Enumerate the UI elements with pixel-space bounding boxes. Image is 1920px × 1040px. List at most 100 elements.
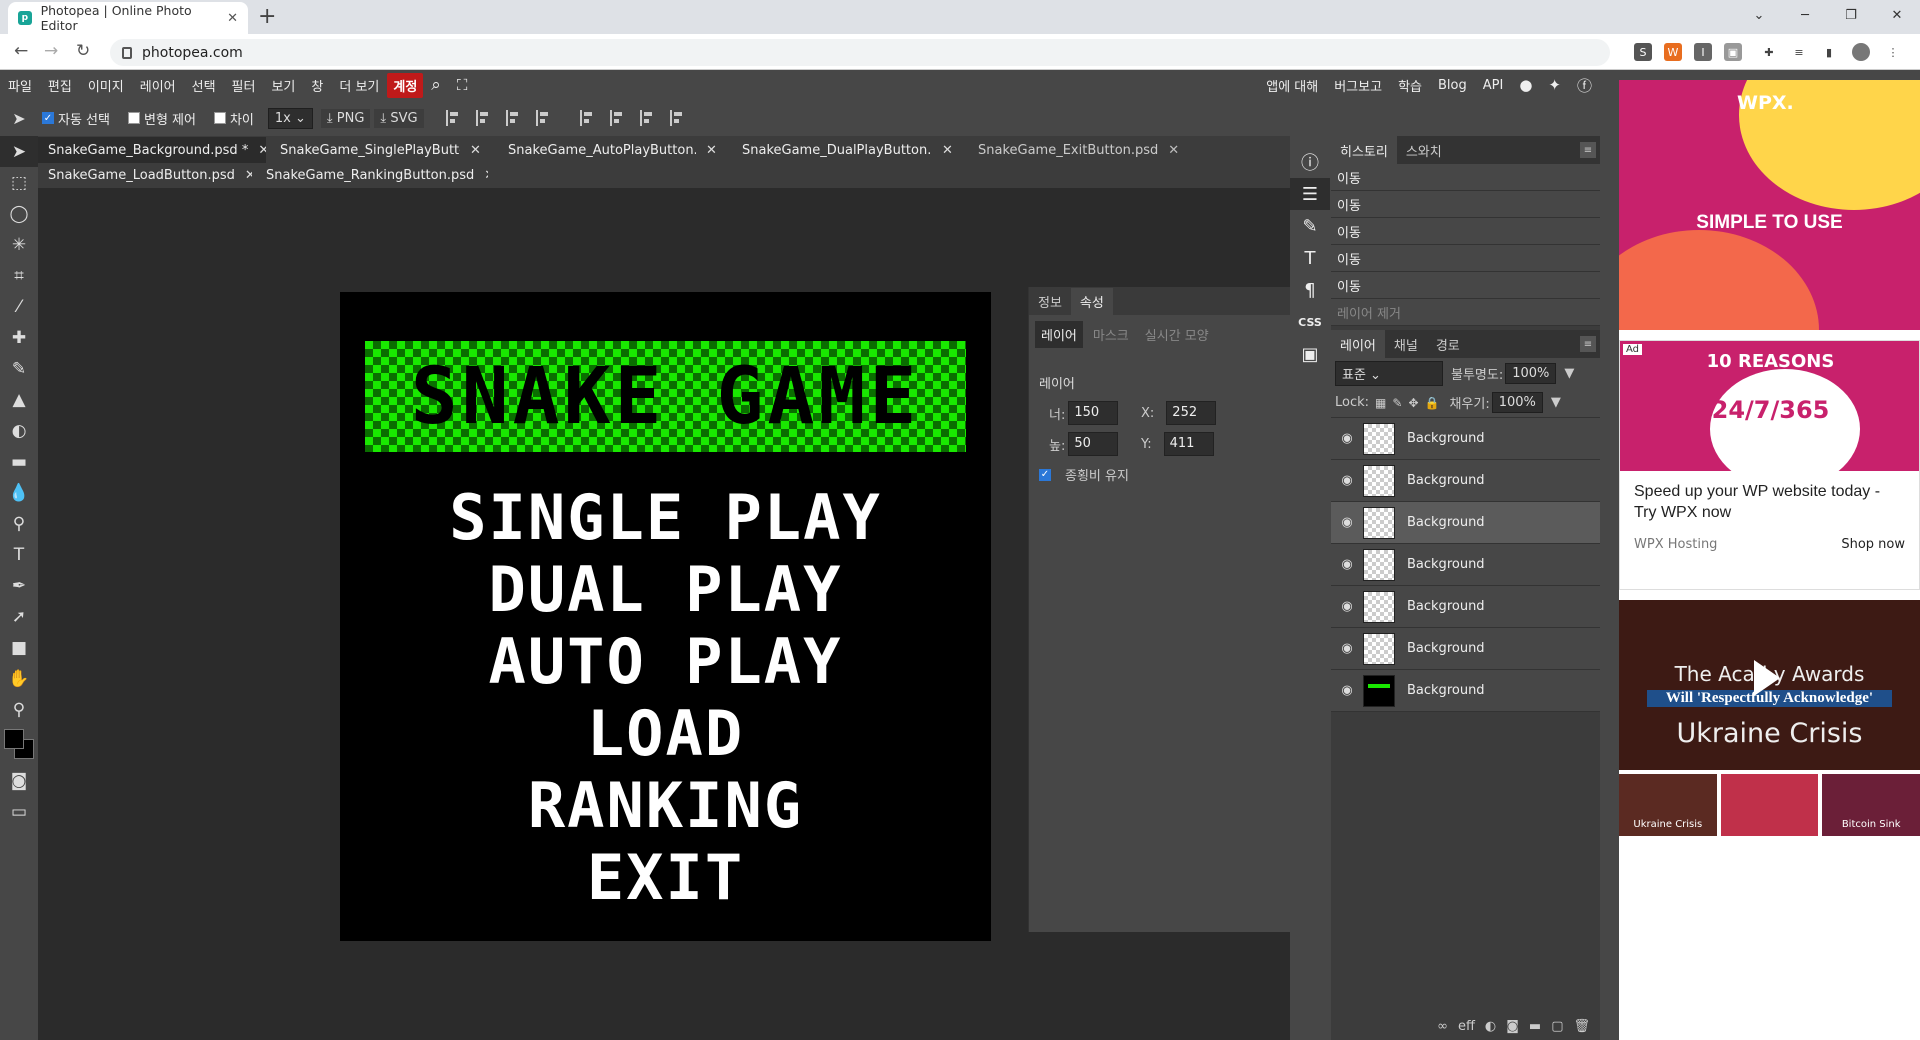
dodge-tool-icon[interactable]: ⚲ <box>0 508 38 539</box>
tab-search-icon[interactable]: ⌄ <box>1736 8 1782 23</box>
brush-settings-icon[interactable]: ✎ <box>1290 210 1330 242</box>
tab-info[interactable]: 정보 <box>1029 288 1071 315</box>
paragraph-icon[interactable]: ¶ <box>1290 274 1330 306</box>
panel-menu-icon[interactable]: ≡ <box>1580 142 1596 158</box>
lock-transparency-icon[interactable]: ▦ <box>1375 396 1386 410</box>
facebook-icon[interactable]: ⓕ <box>1569 75 1600 96</box>
layer-row[interactable]: ◉ Background <box>1331 670 1600 712</box>
align-right-icon[interactable] <box>505 110 520 126</box>
lasso-tool-icon[interactable]: ◯ <box>0 198 38 229</box>
blur-tool-icon[interactable]: 💧 <box>0 477 38 508</box>
tab-swatches[interactable]: 스와치 <box>1397 136 1451 164</box>
image-icon[interactable]: ▣ <box>1290 338 1330 370</box>
export-svg-button[interactable]: ⤓ SVG <box>374 108 424 128</box>
eye-icon[interactable]: ◉ <box>1331 641 1363 656</box>
info-icon[interactable]: ⓘ <box>1290 146 1330 178</box>
history-item[interactable]: 이동 <box>1331 164 1600 191</box>
layer-row[interactable]: ◉ Background <box>1331 544 1600 586</box>
menu-account[interactable]: 계정 <box>387 72 424 98</box>
screen-mode-icon[interactable]: ▭ <box>0 796 38 827</box>
marquee-tool-icon[interactable]: ⬚ <box>0 167 38 198</box>
new-layer-icon[interactable]: ▢ <box>1551 1019 1563 1034</box>
pen-tool-icon[interactable]: ✒ <box>0 570 38 601</box>
ad-banner-wpx[interactable]: WPX. SIMPLE TO USE <box>1619 80 1920 330</box>
doc-tab[interactable]: SnakeGame_RankingButton.psd ✕ <box>256 162 488 188</box>
doc-tab[interactable]: SnakeGame_Background.psd * ✕ <box>38 137 266 163</box>
tab-layers[interactable]: 레이어 <box>1331 330 1385 358</box>
move-tool-icon[interactable]: ➤ <box>0 136 38 167</box>
browser-tab[interactable]: p Photopea | Online Photo Editor ✕ <box>8 2 248 34</box>
css-icon[interactable]: CSS <box>1290 306 1330 338</box>
menu-filter[interactable]: 필터 <box>224 76 264 95</box>
doc-tab[interactable]: SnakeGame_SinglePlayButton. ✕ <box>270 137 492 163</box>
puzzle-icon[interactable]: ✚ <box>1760 43 1778 61</box>
eye-icon[interactable]: ◉ <box>1331 599 1363 614</box>
thumb-item[interactable]: Bitcoin Sink <box>1822 774 1920 836</box>
trash-icon[interactable]: 🗑 <box>1573 1019 1590 1034</box>
y-input[interactable]: 411 <box>1163 432 1214 456</box>
fill-dropdown-icon[interactable]: ▼ <box>1551 395 1561 410</box>
align-top-icon[interactable] <box>579 110 594 126</box>
layer-row[interactable]: ◉ Background <box>1331 502 1600 544</box>
close-window-icon[interactable]: ✕ <box>1874 8 1920 23</box>
eye-icon[interactable]: ◉ <box>1331 431 1363 446</box>
mask-icon[interactable]: ◙ <box>1506 1019 1519 1034</box>
eye-icon[interactable]: ◉ <box>1331 473 1363 488</box>
minimize-icon[interactable]: ─ <box>1782 8 1828 23</box>
maximize-icon[interactable]: ❐ <box>1828 8 1874 23</box>
document-canvas[interactable]: SNAKE GAME SINGLE PLAY DUAL PLAY AUTO PL… <box>340 292 991 941</box>
character-icon[interactable]: T <box>1290 242 1330 274</box>
menu-layer[interactable]: 레이어 <box>132 76 184 95</box>
layer-row[interactable]: ◉ Background <box>1331 586 1600 628</box>
menu-file[interactable]: 파일 <box>0 76 40 95</box>
export-png-button[interactable]: ⤓ PNG <box>320 108 371 128</box>
menu-select[interactable]: 선택 <box>184 76 224 95</box>
folder-icon[interactable]: ▬ <box>1529 1019 1541 1034</box>
reload-icon[interactable]: ↻ <box>76 41 90 61</box>
align-center-icon[interactable] <box>475 110 490 126</box>
eye-icon[interactable]: ◉ <box>1331 515 1363 530</box>
fullscreen-icon[interactable]: ⛶ <box>449 76 476 94</box>
doc-tab[interactable]: SnakeGame_AutoPlayButton.ps ✕ <box>498 137 728 163</box>
history-item[interactable]: 이동 <box>1331 218 1600 245</box>
healing-brush-icon[interactable]: ✚ <box>0 322 38 353</box>
distribute-v-icon[interactable] <box>669 110 684 126</box>
doc-tab[interactable]: SnakeGame_ExitButton.psd ✕ <box>968 137 1190 163</box>
gradient-tool-icon[interactable]: ▬ <box>0 446 38 477</box>
reddit-icon[interactable]: ● <box>1511 76 1540 94</box>
history-item[interactable]: 이동 <box>1331 245 1600 272</box>
subtab-layer[interactable]: 레이어 <box>1035 321 1083 348</box>
tab-properties[interactable]: 속성 <box>1070 288 1113 315</box>
crop-tool-icon[interactable]: ⌗ <box>0 260 38 291</box>
extension-s-icon[interactable]: S <box>1634 43 1652 61</box>
foreground-color[interactable] <box>4 729 24 749</box>
opacity-dropdown-icon[interactable]: ▼ <box>1564 366 1574 381</box>
hand-tool-icon[interactable]: ✋ <box>0 663 38 694</box>
zoom-select[interactable]: 1x ⌄ <box>267 107 313 129</box>
doc-tab[interactable]: SnakeGame_DualPlayButton.ps ✕ <box>732 137 964 163</box>
media-icon[interactable]: ≡ <box>1790 43 1808 61</box>
extension-gray-icon[interactable]: I <box>1694 43 1712 61</box>
type-tool-icon[interactable]: T <box>0 539 38 570</box>
fill-input[interactable]: 100% <box>1491 392 1543 413</box>
panel-menu-icon[interactable]: ≡ <box>1580 336 1596 352</box>
forward-icon[interactable]: → <box>44 41 58 61</box>
layer-row[interactable]: ◉ Background <box>1331 628 1600 670</box>
menu-learn[interactable]: 학습 <box>1390 76 1430 95</box>
lock-all-icon[interactable]: 🔒 <box>1425 396 1440 410</box>
menu-blog[interactable]: Blog <box>1430 78 1475 93</box>
search-icon[interactable]: ⌕ <box>423 75 449 95</box>
layer-row[interactable]: ◉ Background <box>1331 418 1600 460</box>
lock-pixels-icon[interactable]: ✎ <box>1392 396 1402 410</box>
transform-controls-checkbox[interactable] <box>127 112 140 124</box>
menu-image[interactable]: 이미지 <box>80 76 132 95</box>
more-menu-icon[interactable]: ⋮ <box>1884 43 1902 61</box>
tab-paths[interactable]: 경로 <box>1427 330 1469 358</box>
tab-history[interactable]: 히스토리 <box>1331 136 1397 164</box>
history-item[interactable]: 이동 <box>1331 272 1600 299</box>
back-icon[interactable]: ← <box>14 41 28 61</box>
menu-bug-report[interactable]: 버그보고 <box>1326 76 1390 95</box>
shape-tool-icon[interactable]: ■ <box>0 632 38 663</box>
eye-icon[interactable]: ◉ <box>1331 557 1363 572</box>
eye-icon[interactable]: ◉ <box>1331 683 1363 698</box>
